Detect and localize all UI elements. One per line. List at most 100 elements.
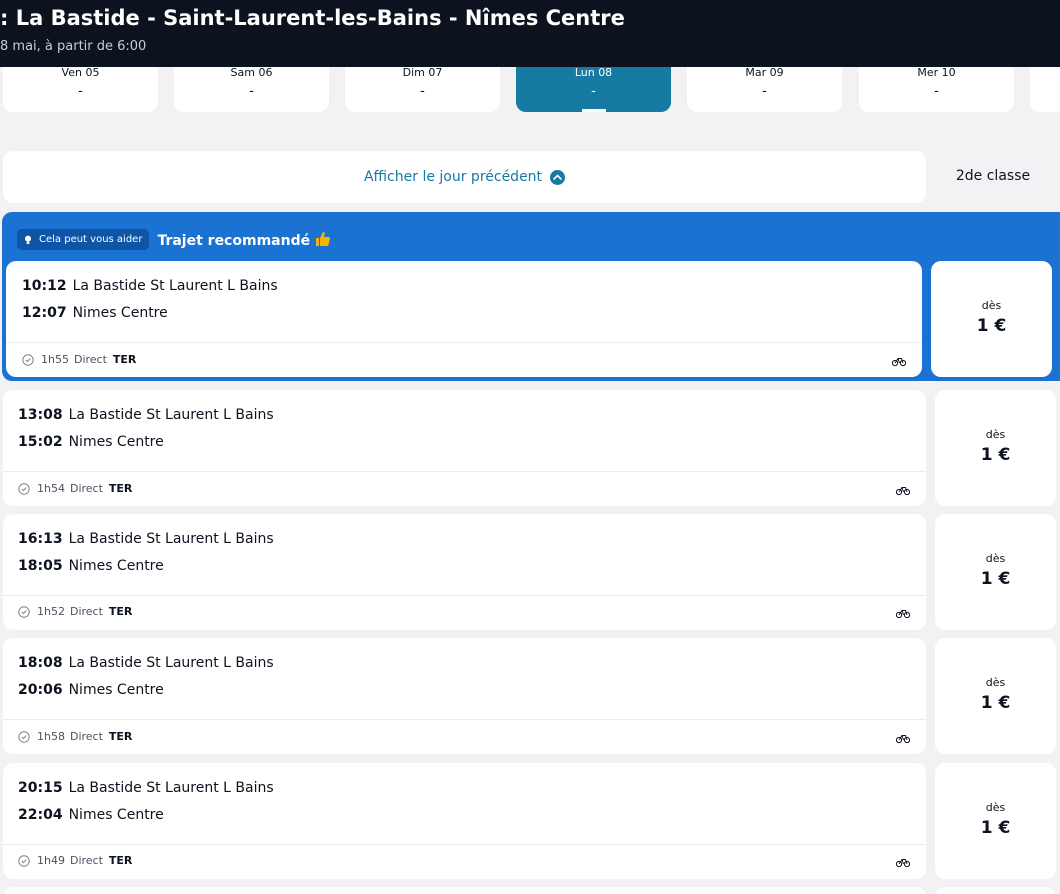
day-price: - (934, 84, 939, 99)
arrival-line: 22:04 Nimes Centre (18, 807, 164, 823)
clock-icon (18, 605, 30, 618)
show-previous-day-button[interactable]: Afficher le jour précédent (3, 151, 926, 203)
help-badge-label: Cela peut vous aider (39, 234, 143, 245)
departure-station: La Bastide St Laurent L Bains (68, 655, 274, 671)
train-type: TER (112, 353, 137, 366)
day-label: Mar 09 (745, 66, 784, 79)
page-subtitle: 8 mai, à partir de 6:00 (0, 39, 147, 54)
day-price: - (762, 84, 767, 99)
travel-class-label: 2de classe (955, 168, 1031, 184)
arrival-station: Nimes Centre (72, 305, 168, 321)
price-from-label: dès (985, 428, 1006, 441)
arrival-station: Nimes Centre (68, 434, 164, 450)
bicycle-icon (896, 859, 910, 867)
lightbulb-icon (25, 235, 31, 244)
help-badge: Cela peut vous aider (17, 229, 150, 250)
trip-card-1613[interactable]: 16:13 La Bastide St Laurent L Bains 18:05… (3, 514, 926, 630)
trip-card-1308[interactable]: 13:08 La Bastide St Laurent L Bains 15:02… (3, 390, 926, 506)
arrival-line: 12:07 Nimes Centre (22, 305, 168, 321)
price-amount: 1 € (980, 569, 1011, 589)
trip-card-2015[interactable]: 20:15 La Bastide St Laurent L Bains 22:04… (3, 763, 926, 879)
chevron-up-icon (550, 169, 566, 185)
day-price: - (420, 84, 425, 99)
arrival-line: 15:02 Nimes Centre (18, 434, 164, 450)
trip-type: Direct (69, 730, 103, 743)
show-previous-day-label: Afficher le jour précédent (363, 169, 543, 185)
card-divider (3, 844, 926, 845)
clock-icon (22, 353, 34, 366)
trip-meta: 1h58 Direct TER (18, 730, 132, 743)
price-amount: 1 € (980, 818, 1011, 838)
price-from-label: dès (985, 552, 1006, 565)
arrival-time: 20:06 (18, 682, 63, 698)
price-from-label: dès (985, 801, 1006, 814)
day-tab-dim-07[interactable]: Dim 07 - (345, 67, 500, 112)
arrival-time: 15:02 (18, 434, 63, 450)
trip-duration: 1h54 (37, 482, 65, 495)
departure-station: La Bastide St Laurent L Bains (68, 531, 274, 547)
trip-type: Direct (69, 482, 103, 495)
day-tab-ven-05[interactable]: Ven 05 - (3, 67, 158, 112)
departure-time: 13:08 (18, 407, 63, 423)
trip-price-2015[interactable]: dès 1 € (935, 763, 1056, 879)
day-label: Lun 08 (574, 66, 613, 79)
trip-price-partial[interactable] (935, 887, 1056, 894)
clock-icon (18, 730, 30, 743)
trip-price-1012[interactable]: dès 1 € (931, 261, 1052, 377)
trip-card-1808[interactable]: 18:08 La Bastide St Laurent L Bains 20:06… (3, 638, 926, 754)
trip-type: Direct (69, 605, 103, 618)
price-amount: 1 € (980, 445, 1011, 465)
date-selector: Ven 05 - Sam 06 - Dim 07 - Lun 08 - Mar … (0, 67, 1060, 112)
arrival-time: 22:04 (18, 807, 63, 823)
departure-time: 18:08 (18, 655, 63, 671)
day-tab-lun-08[interactable]: Lun 08 - (516, 67, 671, 112)
recommended-title: Trajet recommandé (157, 230, 331, 249)
trip-price-1308[interactable]: dès 1 € (935, 390, 1056, 506)
train-type: TER (108, 482, 133, 495)
card-divider (3, 595, 926, 596)
card-divider (6, 342, 922, 343)
day-label: Sam 06 (230, 66, 273, 79)
day-label: Ven 05 (61, 66, 100, 79)
selected-day-indicator (582, 109, 606, 112)
departure-station: La Bastide St Laurent L Bains (72, 278, 278, 294)
trip-price-1613[interactable]: dès 1 € (935, 514, 1056, 630)
day-label: Mer 10 (917, 66, 956, 79)
arrival-station: Nimes Centre (68, 682, 164, 698)
day-price: - (591, 84, 596, 99)
card-divider (3, 719, 926, 720)
departure-station: La Bastide St Laurent L Bains (68, 780, 274, 796)
day-price: - (78, 84, 83, 99)
train-type: TER (108, 605, 133, 618)
price-amount: 1 € (980, 693, 1011, 713)
trip-card-1012[interactable]: 10:12 La Bastide St Laurent L Bains 12:07… (6, 261, 922, 377)
arrival-line: 18:05 Nimes Centre (18, 558, 164, 574)
departure-station: La Bastide St Laurent L Bains (68, 407, 274, 423)
day-price: - (249, 84, 254, 99)
trip-type: Direct (73, 353, 107, 366)
trip-duration: 1h52 (37, 605, 65, 618)
trip-type: Direct (69, 854, 103, 867)
day-label: Dim 07 (402, 66, 443, 79)
trip-duration: 1h55 (41, 353, 69, 366)
arrival-line: 20:06 Nimes Centre (18, 682, 164, 698)
bicycle-icon (896, 735, 910, 743)
train-type: TER (108, 730, 133, 743)
departure-line: 20:15 La Bastide St Laurent L Bains (18, 780, 274, 796)
clock-icon (18, 854, 30, 867)
page-header: : La Bastide - Saint-Laurent-les-Bains -… (0, 0, 1060, 67)
trip-card-partial[interactable] (3, 887, 926, 894)
trip-duration: 1h58 (37, 730, 65, 743)
day-tab-mer-10[interactable]: Mer 10 - (859, 67, 1014, 112)
departure-line: 13:08 La Bastide St Laurent L Bains (18, 407, 274, 423)
trip-meta: 1h54 Direct TER (18, 482, 132, 495)
train-type: TER (108, 854, 133, 867)
day-tab-mar-09[interactable]: Mar 09 - (687, 67, 842, 112)
day-tab-next-partial[interactable] (1030, 67, 1060, 112)
clock-icon (18, 482, 30, 495)
bicycle-icon (896, 610, 910, 618)
arrival-station: Nimes Centre (68, 558, 164, 574)
trip-meta: 1h52 Direct TER (18, 605, 132, 618)
trip-price-1808[interactable]: dès 1 € (935, 638, 1056, 754)
day-tab-sam-06[interactable]: Sam 06 - (174, 67, 329, 112)
